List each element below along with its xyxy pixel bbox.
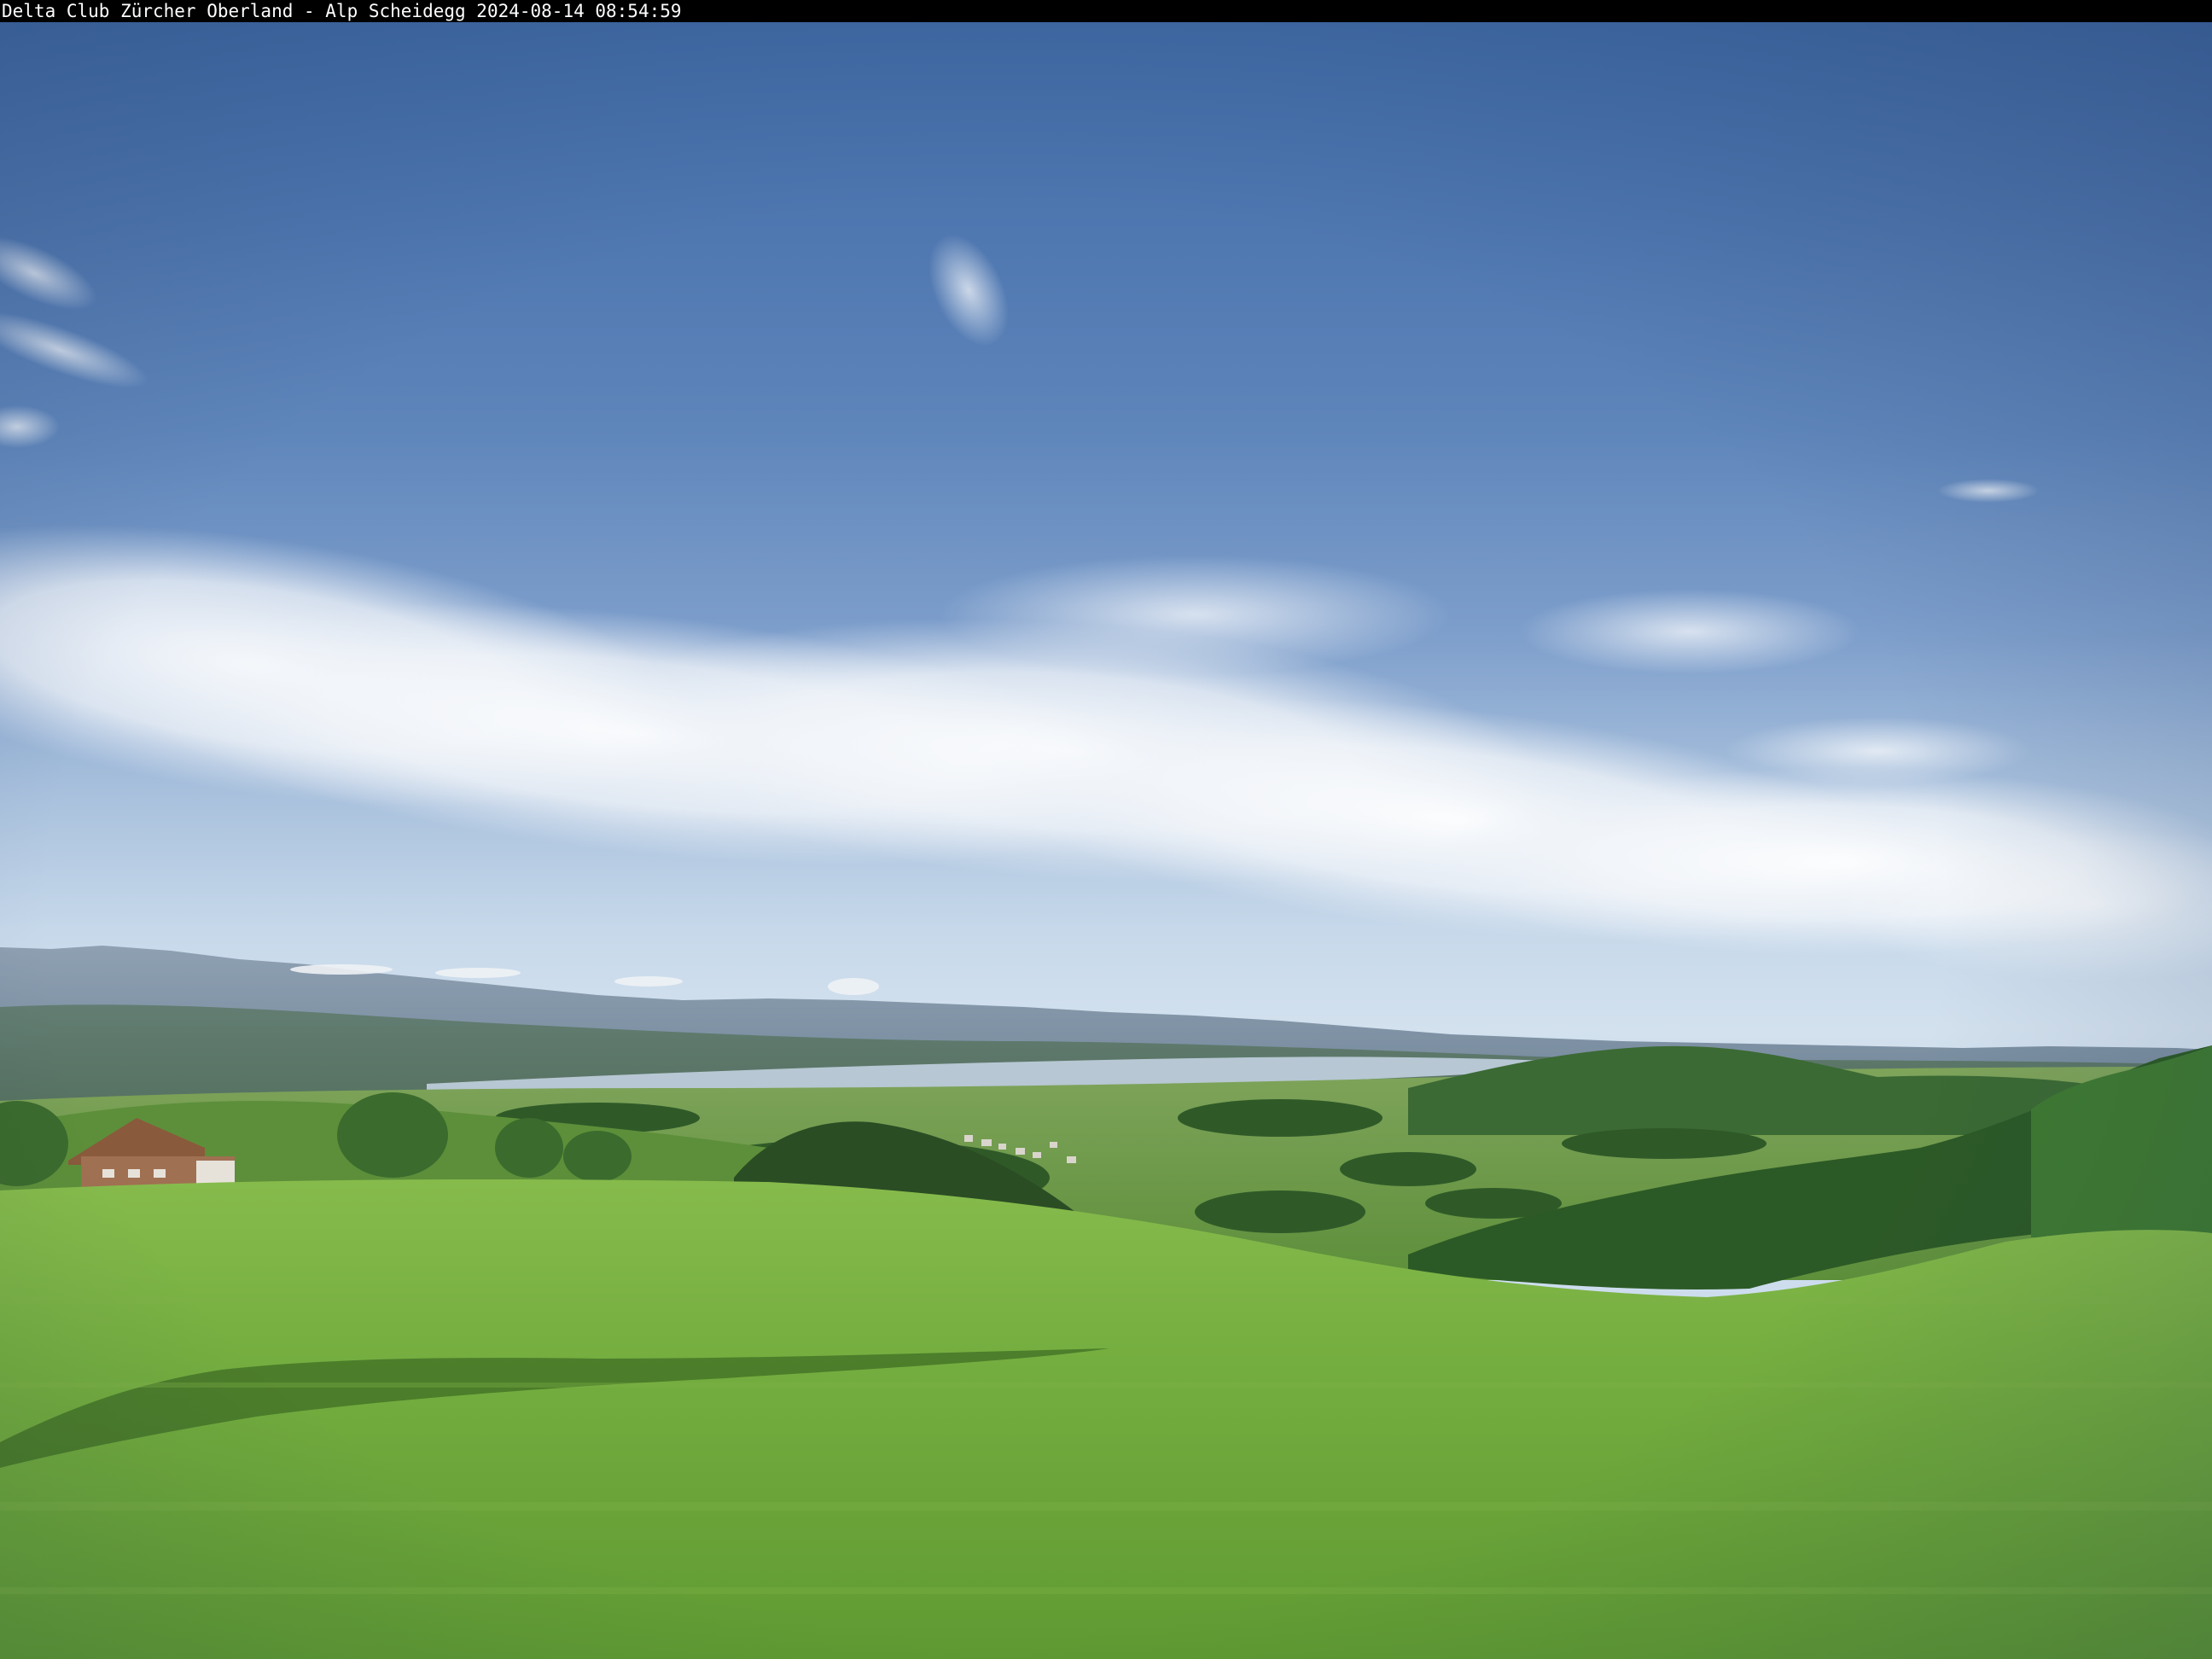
caption-bar: Delta Club Zürcher Oberland - Alp Scheid… xyxy=(0,0,2212,22)
cloud-band xyxy=(0,524,2212,981)
webcam-frame: Delta Club Zürcher Oberland - Alp Scheid… xyxy=(0,0,2212,1659)
wispy-clouds xyxy=(0,234,2040,503)
webcam-caption: Delta Club Zürcher Oberland - Alp Scheid… xyxy=(2,1,682,21)
landscape-scene xyxy=(0,234,2212,1659)
